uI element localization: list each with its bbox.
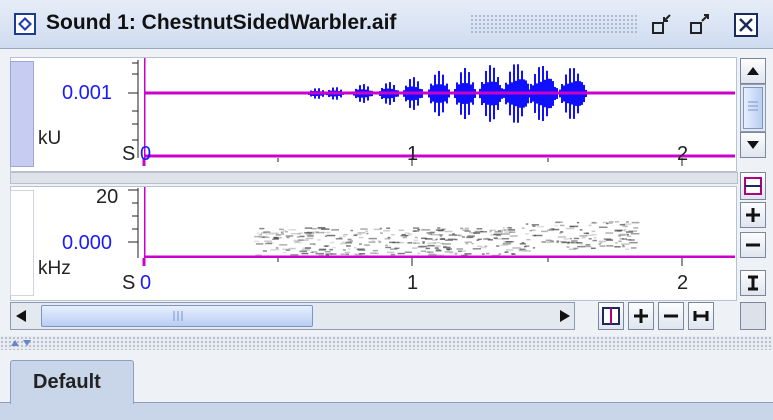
spectrogram-unit-label: kHz [38,258,71,279]
vertical-scrollbar[interactable] [740,84,766,132]
horizontal-scrollbar[interactable] [10,302,575,330]
spectrogram-tick-2: 2 [677,272,689,294]
vertical-scroll-thumb[interactable] [743,87,763,129]
vertical-zoom-out-button[interactable] [740,232,766,258]
spectrogram-time-unit: S [122,272,136,294]
pane-splitter[interactable] [0,336,773,350]
scroll-left-icon[interactable] [15,309,27,328]
sound-window: Sound 1: ChestnutSidedWarbler.aif 0.001 … [0,0,773,420]
spectrogram-top-label: 20 [96,186,119,208]
horizontal-fit-button[interactable] [688,302,714,330]
selection-bounds-button[interactable] [598,302,624,330]
spectrogram-tick-0: 0 [140,272,152,294]
tab-content-border [0,402,773,420]
spectrogram-value-label: 0.000 [62,232,113,254]
vertical-zoom-in-button[interactable] [740,202,766,228]
tab-default-label: Default [33,371,101,393]
spectrogram-tick-1: 1 [407,272,419,294]
horizontal-scroll-thumb[interactable] [41,305,313,327]
tab-default[interactable]: Default [10,360,134,404]
splitter-arrows-icon[interactable] [10,338,34,348]
horizontal-zoom-in-button[interactable] [628,302,654,330]
horizontal-zoom-out-button[interactable] [658,302,684,330]
scroll-down-button[interactable] [740,132,766,158]
scroll-up-button[interactable] [740,58,766,84]
fit-tracks-button[interactable] [740,172,766,200]
scroll-right-icon[interactable] [559,309,571,328]
corner-box [740,302,766,330]
vertical-fit-button[interactable] [740,270,766,296]
